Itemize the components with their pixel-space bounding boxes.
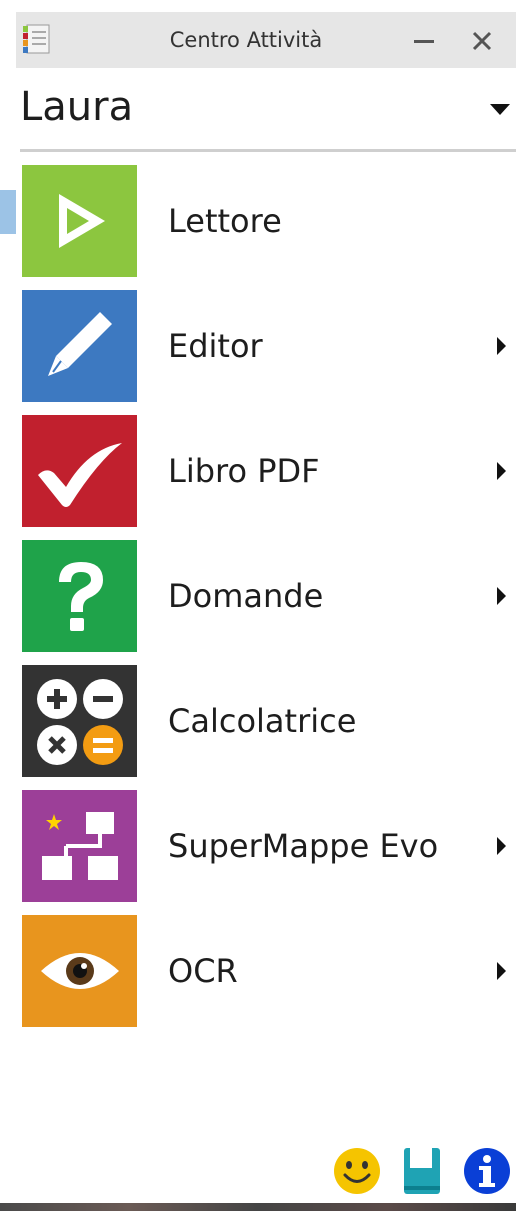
- menu-item-label: Domande: [168, 577, 324, 615]
- menu-item-label: Libro PDF: [168, 452, 320, 490]
- checkmark-icon: [22, 415, 137, 527]
- menu-item-label: OCR: [168, 952, 238, 990]
- menu-item-calcolatrice[interactable]: Calcolatrice: [0, 665, 516, 777]
- question-mark-icon: [22, 540, 137, 652]
- concept-map-icon: [22, 790, 137, 902]
- close-icon: [472, 31, 492, 51]
- submenu-arrow-icon: [497, 962, 506, 980]
- menu-item-editor[interactable]: Editor: [0, 290, 516, 402]
- submenu-arrow-icon: [497, 587, 506, 605]
- info-icon[interactable]: [462, 1146, 512, 1196]
- separator: [20, 149, 516, 152]
- submenu-arrow-icon: [497, 337, 506, 355]
- menu-item-lettore[interactable]: Lettore: [0, 165, 516, 277]
- menu-item-label: SuperMappe Evo: [168, 827, 439, 865]
- submenu-arrow-icon: [497, 462, 506, 480]
- pencil-icon: [22, 290, 137, 402]
- play-icon: [22, 165, 137, 277]
- submenu-arrow-icon: [497, 837, 506, 855]
- close-button[interactable]: [454, 12, 510, 68]
- menu-item-supermappe-evo[interactable]: SuperMappe Evo: [0, 790, 516, 902]
- menu-item-label: Calcolatrice: [168, 702, 357, 740]
- book-icon[interactable]: [398, 1146, 448, 1196]
- menu-item-label: Editor: [168, 327, 263, 365]
- minimize-icon: [414, 39, 434, 43]
- menu-item-libro-pdf[interactable]: Libro PDF: [0, 415, 516, 527]
- smiley-icon[interactable]: [332, 1146, 382, 1196]
- caret-down-icon[interactable]: [490, 104, 510, 115]
- window-top-edge: [0, 0, 516, 10]
- menu-item-ocr[interactable]: OCR: [0, 915, 516, 1027]
- user-selector[interactable]: Laura: [18, 80, 516, 142]
- menu-item-domande[interactable]: Domande: [0, 540, 516, 652]
- calculator-operators-icon: [22, 665, 137, 777]
- user-name: Laura: [20, 84, 134, 130]
- eye-icon: [22, 915, 137, 1027]
- menu-item-label: Lettore: [168, 202, 282, 240]
- footer-toolbar: [330, 1146, 516, 1200]
- window-bottom-edge: [0, 1203, 516, 1211]
- minimize-button[interactable]: [396, 12, 452, 68]
- title-bar[interactable]: Centro Attività: [16, 12, 516, 68]
